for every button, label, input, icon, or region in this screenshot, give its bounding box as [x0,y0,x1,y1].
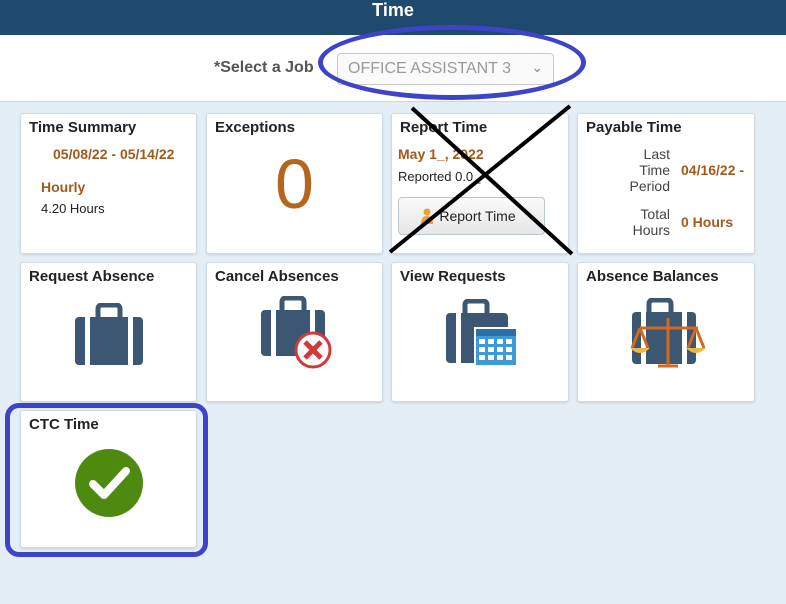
exceptions-count: 0 [275,145,314,223]
scale-briefcase-icon [630,298,706,368]
last-period-label: Last Time Period [629,146,670,194]
tile-title: Exceptions [215,119,296,136]
tile-request-absence[interactable]: Request Absence [20,262,197,402]
total-hours-value: 0 Hours [681,214,734,230]
tile-title: Absence Balances [586,268,719,285]
tile-absence-balances[interactable]: Absence Balances [577,262,755,402]
calendar-briefcase-icon [446,299,518,367]
tile-title: View Requests [400,268,506,285]
tile-title: Cancel Absences [215,268,339,285]
cancel-briefcase-icon [261,296,332,369]
tile-title: Request Absence [29,268,155,285]
page-title: Time [372,0,414,20]
last-period-value: 04/16/22 - [681,162,745,178]
hours-value: 4.20 Hours [41,201,105,216]
time-type: Hourly [41,179,86,195]
tile-time-summary[interactable]: Time Summary 05/08/22 - 05/14/22 Hourly … [20,113,197,254]
tile-title: Time Summary [29,119,137,136]
tile-exceptions[interactable]: Exceptions 0 [206,113,383,254]
job-select-label: *Select a Job [214,59,314,76]
ctc-highlight-annotation [5,403,208,557]
total-hours-label: Total Hours [632,206,670,238]
job-highlight-annotation [318,25,586,100]
tile-cancel-absences[interactable]: Cancel Absences [206,262,383,402]
tile-payable-time[interactable]: Payable Time Last Time Period 04/16/22 - T… [577,113,755,254]
period-range: 05/08/22 - 05/14/22 [53,146,175,162]
cross-out-annotation [388,104,574,256]
tile-view-requests[interactable]: View Requests [391,262,569,402]
briefcase-icon [75,303,143,365]
tile-title: Payable Time [586,119,682,136]
